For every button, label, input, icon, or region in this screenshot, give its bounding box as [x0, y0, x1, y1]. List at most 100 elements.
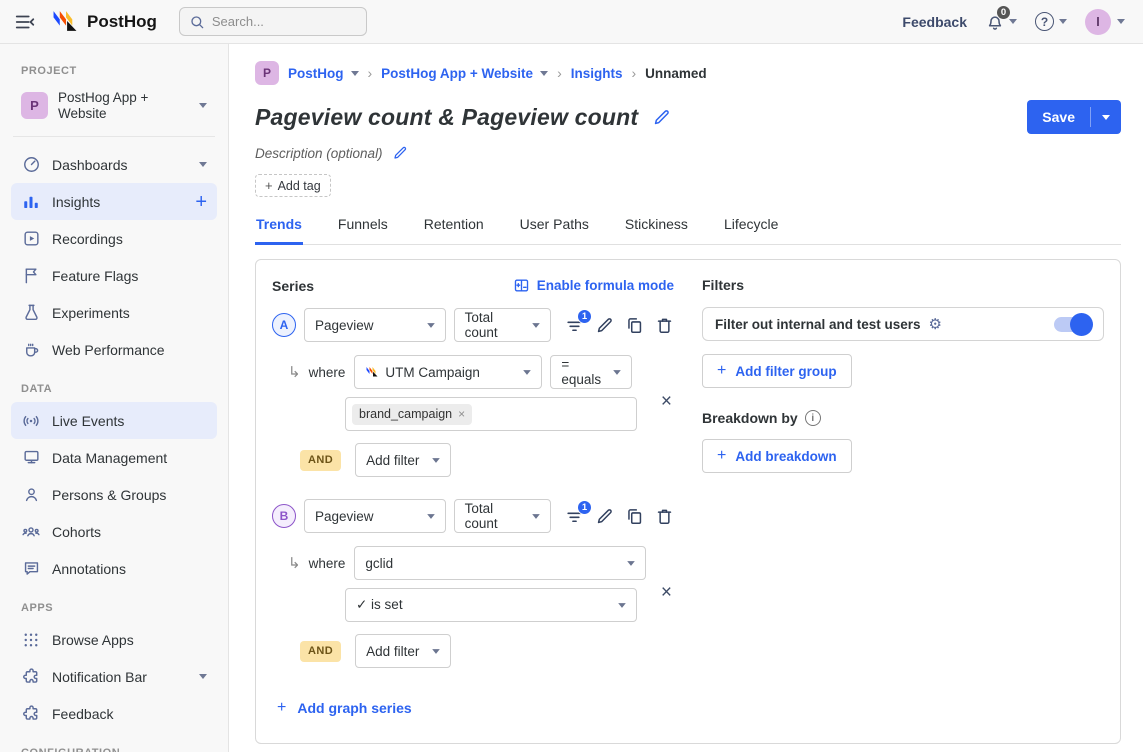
sidebar-item-browse-apps[interactable]: Browse Apps [11, 621, 217, 658]
insight-type-tabs: Trends Funnels Retention User Paths Stic… [255, 212, 1121, 245]
remove-filter-icon[interactable]: × [661, 392, 672, 411]
chevron-down-icon [1009, 19, 1017, 24]
sidebar-item-annotations[interactable]: Annotations [11, 550, 217, 587]
add-filter-select-a[interactable]: Add filter [355, 443, 451, 477]
add-breakdown-button[interactable]: + Add breakdown [702, 439, 852, 473]
new-insight-plus-icon[interactable]: + [195, 192, 207, 212]
feedback-link[interactable]: Feedback [902, 14, 967, 30]
help-menu-button[interactable]: ? [1035, 12, 1067, 31]
add-tag-button[interactable]: + Add tag [255, 174, 331, 197]
formula-mode-label: Enable formula mode [537, 278, 674, 293]
chevron-down-icon [532, 323, 540, 328]
filter-icon[interactable]: 1 [565, 507, 584, 526]
chevron-down-icon [614, 370, 622, 375]
save-button[interactable]: Save [1027, 100, 1121, 134]
gear-icon[interactable]: ⚙ [929, 317, 942, 332]
sidebar-item-feedback[interactable]: Feedback [11, 695, 217, 732]
toggle-knob [1070, 313, 1093, 336]
search-icon [189, 14, 205, 30]
people-icon [21, 522, 41, 542]
save-button-label[interactable]: Save [1027, 100, 1090, 134]
sidebar-item-dashboards[interactable]: Dashboards [11, 146, 217, 183]
series-b-and-row: AND Add filter [272, 634, 674, 668]
delete-icon[interactable] [655, 316, 674, 335]
series-badge-b[interactable]: B [272, 504, 296, 528]
sidebar-item-insights[interactable]: Insights + [11, 183, 217, 220]
property-select-b[interactable]: gclid [354, 546, 646, 580]
description-placeholder[interactable]: Description (optional) [255, 146, 383, 161]
sidebar-item-notification-bar[interactable]: Notification Bar [11, 658, 217, 695]
nested-arrow-icon: ↳ [288, 556, 301, 571]
formula-icon [513, 277, 530, 294]
operator-select-a[interactable]: = equals [550, 355, 632, 389]
account-menu-button[interactable]: I [1085, 9, 1125, 35]
person-icon [21, 485, 41, 504]
insight-editor-panel: Series Enable formula mode A Pageview To… [255, 259, 1121, 744]
chevron-down-icon [427, 514, 435, 519]
sidebar-item-label: Browse Apps [52, 632, 207, 648]
sidebar-item-live-events[interactable]: Live Events [11, 402, 217, 439]
logo-text: PostHog [87, 12, 157, 32]
breadcrumb-org[interactable]: PostHog [288, 66, 359, 81]
breadcrumb-insights[interactable]: Insights [571, 66, 623, 81]
event-select-b[interactable]: Pageview [304, 499, 446, 533]
operator-select-b[interactable]: ✓ is set [345, 588, 637, 622]
aggregation-select-b[interactable]: Total count [454, 499, 551, 533]
coffee-icon [21, 340, 41, 359]
tab-user-paths[interactable]: User Paths [519, 212, 590, 244]
delete-icon[interactable] [655, 507, 674, 526]
add-filter-select-b[interactable]: Add filter [355, 634, 451, 668]
notifications-button[interactable]: 0 [985, 12, 1017, 32]
sidebar-item-cohorts[interactable]: Cohorts [11, 513, 217, 550]
duplicate-icon[interactable] [625, 316, 644, 335]
enable-formula-mode-button[interactable]: Enable formula mode [513, 277, 674, 294]
sidebar-item-experiments[interactable]: Experiments [11, 294, 217, 331]
edit-title-pencil-icon[interactable] [652, 108, 671, 127]
where-label: where [309, 556, 346, 571]
sidebar-item-persons-groups[interactable]: Persons & Groups [11, 476, 217, 513]
filter-icon[interactable]: 1 [565, 316, 584, 335]
tab-stickiness[interactable]: Stickiness [624, 212, 689, 244]
filter-value-input-a[interactable]: brand_campaign × [345, 397, 637, 431]
project-switcher[interactable]: P PostHog App + Website [11, 84, 217, 127]
series-badge-a[interactable]: A [272, 313, 296, 337]
event-select-a[interactable]: Pageview [304, 308, 446, 342]
internal-filter-toggle[interactable] [1054, 317, 1091, 332]
remove-value-icon[interactable]: × [458, 407, 465, 421]
bar-chart-icon [21, 193, 41, 211]
posthog-logo[interactable]: PostHog [50, 9, 157, 34]
sidebar-item-label: Insights [52, 194, 184, 210]
tab-lifecycle[interactable]: Lifecycle [723, 212, 779, 244]
chevron-down-icon [1059, 19, 1067, 24]
edit-description-pencil-icon[interactable] [392, 145, 408, 161]
sidebar-item-recordings[interactable]: Recordings [11, 220, 217, 257]
sidebar-collapse-icon[interactable] [14, 11, 36, 33]
rename-pencil-icon[interactable] [595, 316, 614, 335]
tab-trends[interactable]: Trends [255, 212, 303, 245]
search-input[interactable] [212, 14, 357, 29]
add-filter-group-button[interactable]: + Add filter group [702, 354, 852, 388]
global-search[interactable] [179, 7, 367, 36]
remove-filter-icon[interactable]: × [661, 583, 672, 602]
filters-column: Filters Filter out internal and test use… [702, 277, 1104, 473]
sidebar-item-feature-flags[interactable]: Feature Flags [11, 257, 217, 294]
plus-icon: + [717, 363, 726, 379]
series-row-a: A Pageview Total count 1 [272, 308, 674, 342]
tab-funnels[interactable]: Funnels [337, 212, 389, 244]
main-content: P PostHog › PostHog App + Website › Insi… [229, 44, 1143, 752]
sidebar-item-web-performance[interactable]: Web Performance [11, 331, 217, 368]
value-chip: brand_campaign × [352, 404, 472, 425]
rename-pencil-icon[interactable] [595, 507, 614, 526]
save-options-caret[interactable] [1091, 100, 1121, 134]
property-select-a[interactable]: UTM Campaign [354, 355, 542, 389]
tab-retention[interactable]: Retention [423, 212, 485, 244]
aggregation-select-a[interactable]: Total count [454, 308, 551, 342]
sidebar-item-label: Persons & Groups [52, 487, 207, 503]
sidebar-item-data-management[interactable]: Data Management [11, 439, 217, 476]
breadcrumb-project[interactable]: PostHog App + Website [381, 66, 548, 81]
series-a-and-row: AND Add filter [272, 443, 674, 477]
add-graph-series-button[interactable]: + Add graph series [272, 700, 674, 716]
duplicate-icon[interactable] [625, 507, 644, 526]
info-icon[interactable]: i [805, 410, 821, 426]
breadcrumb-separator: › [632, 65, 637, 81]
